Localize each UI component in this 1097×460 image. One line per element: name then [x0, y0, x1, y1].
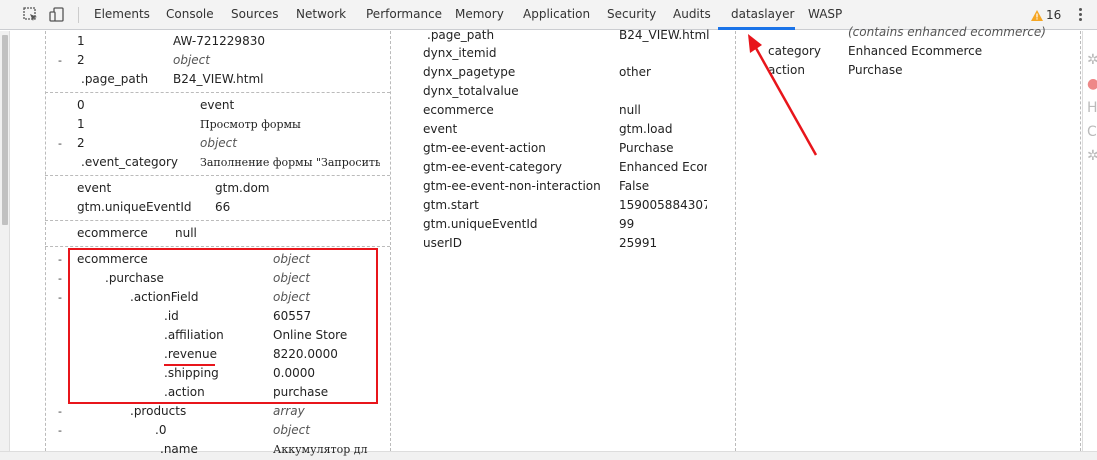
row-value: null: [175, 226, 197, 240]
col1-left-border: [45, 31, 46, 451]
row-value: null: [619, 103, 641, 117]
row-value: B24_VIEW.html: [619, 28, 710, 42]
row-value: gtm.dom: [215, 181, 270, 195]
collapse-toggle[interactable]: -: [58, 250, 68, 269]
row-key: ecommerce: [77, 226, 148, 240]
warnings-counter[interactable]: 16: [1031, 6, 1061, 24]
row-value: object: [273, 423, 310, 437]
row-value: Enhanced Econ: [619, 160, 707, 174]
row-value: 99: [619, 217, 635, 231]
row-key: event: [423, 122, 458, 136]
side-c-icon: C: [1087, 124, 1097, 140]
tab-console[interactable]: Console: [166, 0, 214, 30]
row-key: gtm.start: [423, 198, 479, 212]
row-key: gtm-ee-event-action: [423, 141, 546, 155]
tab-network[interactable]: Network: [296, 0, 346, 30]
row-key: 0: [77, 98, 85, 112]
row-key: gtm.uniqueEventId: [77, 200, 192, 214]
tab-dataslayer[interactable]: dataslayer: [731, 0, 794, 30]
row-value: other: [619, 65, 651, 79]
device-toolbar-icon[interactable]: [48, 6, 66, 24]
side-error-icon: ●: [1087, 76, 1097, 92]
tab-elements[interactable]: Elements: [94, 0, 150, 30]
highlight-box-ecommerce: [68, 248, 378, 404]
annotation-arrow: [748, 34, 818, 156]
row-value: Просмотр формы: [200, 118, 301, 131]
toolbar-separator: [78, 7, 79, 23]
row-key: .event_category: [81, 155, 179, 169]
tab-sources[interactable]: Sources: [231, 0, 278, 30]
scrollbar-thumb[interactable]: [2, 35, 8, 225]
row-key: dynx_totalvalue: [423, 84, 519, 98]
row-value: object: [173, 53, 210, 67]
row-key: event: [77, 181, 112, 195]
row-key: gtm-ee-event-category: [423, 160, 562, 174]
row-key: 2: [77, 53, 85, 67]
side-gear-icon[interactable]: ✲: [1087, 52, 1097, 68]
inspect-element-icon[interactable]: [22, 6, 40, 24]
collapse-toggle[interactable]: -: [58, 51, 68, 70]
row-key: 2: [77, 136, 85, 150]
row-key: 1: [77, 117, 85, 131]
row-value: Заполнение формы "Запросить ко: [200, 156, 380, 169]
row-key: .page_path: [427, 28, 495, 42]
collapse-toggle[interactable]: -: [58, 421, 68, 440]
warning-count: 16: [1046, 8, 1062, 22]
ecommerce-note: (contains enhanced ecommerce): [848, 25, 1046, 39]
row-value: gtm.load: [619, 122, 673, 136]
warning-icon: [1031, 9, 1043, 21]
row-key: .page_path: [81, 72, 149, 86]
row-key: .products: [130, 404, 187, 418]
row-key: dynx_itemid: [423, 46, 497, 60]
row-key: .name: [160, 442, 198, 456]
row-value: 25991: [619, 236, 658, 250]
collapse-toggle[interactable]: -: [58, 402, 68, 421]
row-value: Enhanced Ecommerce: [848, 44, 983, 58]
more-options-icon[interactable]: [1079, 8, 1083, 22]
row-value: object: [200, 136, 237, 150]
collapse-toggle[interactable]: -: [58, 134, 68, 153]
col2-right-border: [735, 31, 736, 451]
row-key: gtm-ee-event-non-interaction: [423, 179, 601, 193]
row-value: B24_VIEW.html: [173, 72, 264, 86]
col3-right-border: [1080, 31, 1081, 451]
row-value: array: [273, 404, 305, 418]
group-separator: [45, 92, 390, 93]
tab-wasp[interactable]: WASP: [808, 0, 842, 30]
row-value: event: [200, 98, 235, 112]
row-value: 159005884307: [619, 198, 707, 212]
row-key: 1: [77, 34, 85, 48]
group-separator: [45, 175, 390, 176]
row-key: userID: [423, 236, 462, 250]
side-h-icon: H: [1087, 100, 1097, 116]
collapse-toggle[interactable]: -: [58, 288, 68, 307]
tab-application[interactable]: Application: [523, 0, 590, 30]
col1-right-border: [390, 31, 391, 451]
row-value: AW-721229830: [173, 34, 265, 48]
side-gear2-icon[interactable]: ✲: [1087, 148, 1097, 164]
row-value: 66: [215, 200, 231, 214]
right-side-panel: [1082, 31, 1097, 451]
row-key: gtm.uniqueEventId: [423, 217, 538, 231]
group-separator: [45, 220, 390, 221]
row-key: ecommerce: [423, 103, 494, 117]
row-key: dynx_pagetype: [423, 65, 516, 79]
row-value: False: [619, 179, 650, 193]
row-value: Purchase: [848, 63, 903, 77]
group-separator: [45, 246, 390, 247]
row-value: Аккумулятор дл: [273, 443, 368, 456]
collapse-toggle[interactable]: -: [58, 269, 68, 288]
revenue-underline: [164, 364, 215, 366]
left-scrollbar[interactable]: [0, 31, 10, 451]
active-tab-indicator: [718, 27, 795, 30]
row-key: .0: [155, 423, 167, 437]
row-value: Purchase: [619, 141, 674, 155]
